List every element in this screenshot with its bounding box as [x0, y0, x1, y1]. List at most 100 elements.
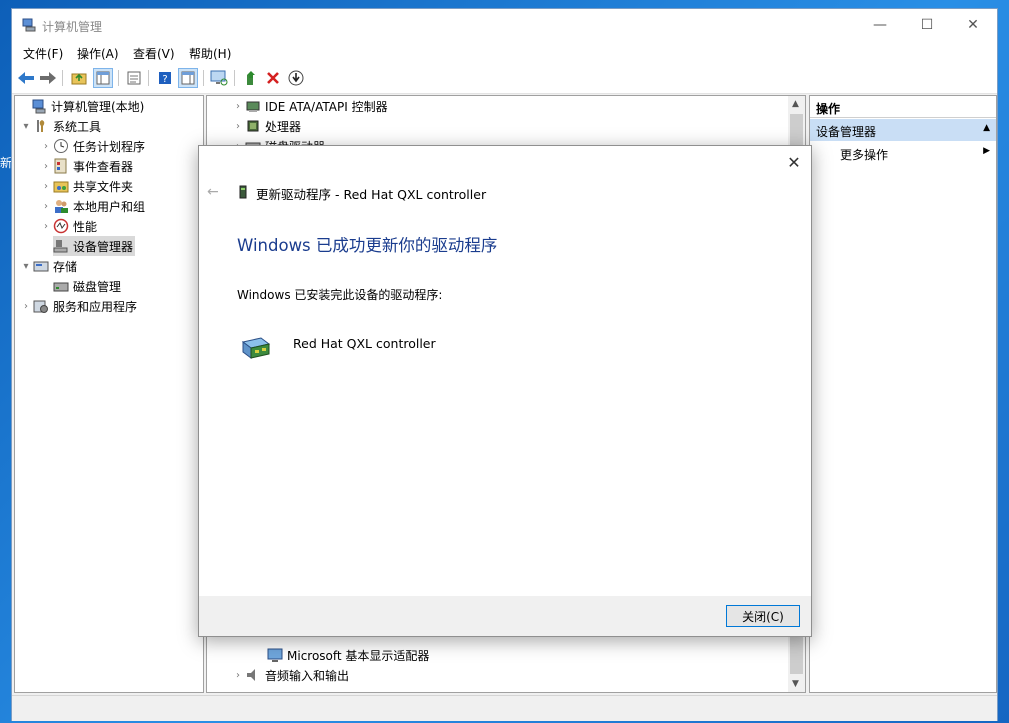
chevron-right-icon[interactable]: ›: [231, 101, 245, 112]
users-icon: [55, 200, 68, 213]
display-adapter-card-icon: [241, 337, 271, 359]
chevron-right-icon[interactable]: ›: [39, 161, 53, 172]
help-icon: ?: [159, 72, 171, 85]
title-bar[interactable]: 计算机管理 — ☐ ✕: [12, 9, 997, 41]
close-button[interactable]: ✕: [950, 9, 996, 41]
monitor-icon: [210, 70, 228, 86]
chevron-right-icon[interactable]: ›: [19, 301, 33, 312]
forward-arrow-icon: [40, 72, 56, 84]
processor-icon: [247, 120, 259, 132]
up-level-button[interactable]: [69, 68, 89, 88]
tree-item-task-scheduler[interactable]: › 任务计划程序: [39, 136, 145, 156]
help-button[interactable]: ?: [155, 68, 175, 88]
tree-item-disk-management[interactable]: 磁盘管理: [53, 276, 121, 296]
forward-button[interactable]: [38, 68, 58, 88]
scroll-down-icon[interactable]: ▼: [792, 679, 799, 689]
toolbar: ?: [12, 63, 997, 94]
system-tools-icon: [37, 120, 45, 132]
menu-file[interactable]: 文件(F): [23, 45, 63, 62]
properties-button[interactable]: [124, 68, 144, 88]
device-manager-icon: [53, 240, 68, 253]
maximize-icon: ☐: [920, 17, 934, 33]
chevron-right-icon[interactable]: ›: [39, 181, 53, 192]
tree-item-storage[interactable]: ▾ 存储: [19, 256, 77, 276]
update-driver-icon: [247, 71, 255, 85]
uninstall-device-button[interactable]: [263, 68, 283, 88]
tree-item-label: 设备管理器: [73, 239, 134, 254]
dialog-body-text: Windows 已安装完此设备的驱动程序:: [237, 288, 443, 302]
back-arrow-icon[interactable]: ←: [207, 184, 219, 200]
device-display-adapter[interactable]: Microsoft 基本显示适配器: [267, 645, 429, 665]
driver-icon: [239, 185, 247, 199]
tree-item-label: 本地用户和组: [73, 199, 146, 214]
dialog-close-action-button[interactable]: 关闭(C): [726, 605, 800, 627]
tree-item-services[interactable]: › 服务和应用程序: [19, 296, 137, 316]
tree-item-label: 任务计划程序: [73, 139, 146, 154]
action-pane: 操作 设备管理器 ▲ 更多操作 ▶: [809, 95, 997, 693]
chevron-down-icon[interactable]: ▾: [19, 261, 33, 272]
performance-icon: [53, 218, 69, 234]
update-driver-dialog: ✕ ← 更新驱动程序 - Red Hat QXL controller Wind…: [198, 145, 812, 637]
tree-item-performance[interactable]: › 性能: [39, 216, 97, 236]
tree-item-event-viewer[interactable]: › 事件查看器: [39, 156, 133, 176]
arrow-right-icon: ▶: [983, 146, 990, 156]
chevron-right-icon[interactable]: ›: [39, 201, 53, 212]
tree-root[interactable]: 计算机管理(本地): [17, 96, 144, 116]
action-pane-header: 操作: [810, 96, 996, 118]
minimize-button[interactable]: —: [857, 9, 903, 41]
chevron-down-icon[interactable]: ▾: [19, 121, 33, 132]
device-category-audio[interactable]: › 音频输入和输出: [231, 665, 349, 685]
more-actions-item[interactable]: 更多操作: [840, 146, 888, 163]
device-label: Microsoft 基本显示适配器: [287, 648, 430, 663]
collapse-up-icon[interactable]: ▲: [983, 123, 990, 133]
tree-item-label: 存储: [53, 259, 78, 274]
show-hide-tree-button[interactable]: [93, 68, 113, 88]
device-category-label: IDE ATA/ATAPI 控制器: [265, 99, 388, 114]
tree-item-label: 事件查看器: [73, 159, 134, 174]
tree-root-label: 计算机管理(本地): [51, 99, 145, 114]
dialog-close-button[interactable]: ✕: [783, 152, 805, 172]
scan-hardware-button[interactable]: [209, 68, 229, 88]
close-icon: ✕: [967, 17, 979, 33]
computer-management-icon: [22, 18, 36, 32]
properties-icon: [127, 71, 141, 85]
back-button[interactable]: [16, 68, 36, 88]
console-tree: 计算机管理(本地) ▾ 系统工具 › 任务计划程序 › 事件查看器 › 共享文件…: [14, 95, 204, 693]
menu-help[interactable]: 帮助(H): [189, 45, 231, 62]
services-icon: [33, 300, 48, 313]
device-category-ide[interactable]: › IDE ATA/ATAPI 控制器: [231, 96, 388, 116]
tree-item-shared-folders[interactable]: › 共享文件夹: [39, 176, 133, 196]
more-actions-label: 更多操作: [840, 148, 889, 162]
update-driver-button[interactable]: [241, 68, 261, 88]
chevron-right-icon[interactable]: ›: [231, 121, 245, 132]
dialog-device-name: Red Hat QXL controller: [293, 336, 436, 351]
tree-item-local-users[interactable]: › 本地用户和组: [39, 196, 145, 216]
scroll-up-icon[interactable]: ▲: [792, 99, 799, 109]
tree-item-device-manager[interactable]: 设备管理器: [53, 236, 136, 256]
display-adapter-icon: [267, 648, 283, 662]
chevron-right-icon[interactable]: ›: [231, 670, 245, 681]
tree-item-label: 服务和应用程序: [53, 299, 138, 314]
shared-folder-icon: [53, 181, 69, 193]
tree-item-label: 共享文件夹: [73, 179, 134, 194]
device-category-processor[interactable]: › 处理器: [231, 116, 301, 136]
status-bar: [12, 695, 997, 721]
device-category-label: 音频输入和输出: [265, 668, 350, 683]
computer-management-icon: [32, 99, 46, 114]
menu-bar: 文件(F) 操作(A) 查看(V) 帮助(H): [12, 41, 997, 63]
chevron-right-icon[interactable]: ›: [39, 221, 53, 232]
show-action-pane-button[interactable]: [178, 68, 198, 88]
tree-item-label: 系统工具: [53, 119, 102, 134]
disable-device-button[interactable]: [286, 68, 306, 88]
action-section-label: 设备管理器: [816, 125, 877, 139]
window-title: 计算机管理: [42, 20, 103, 34]
maximize-button[interactable]: ☐: [904, 9, 950, 41]
svg-text:?: ?: [162, 74, 167, 85]
folder-up-icon: [71, 73, 87, 85]
chevron-right-icon[interactable]: ›: [39, 141, 53, 152]
tree-item-system-tools[interactable]: ▾ 系统工具: [19, 116, 101, 136]
action-section-device-manager[interactable]: 设备管理器 ▲: [810, 119, 996, 141]
menu-view[interactable]: 查看(V): [133, 45, 175, 62]
delete-x-icon: [267, 72, 279, 84]
menu-action[interactable]: 操作(A): [77, 45, 119, 62]
